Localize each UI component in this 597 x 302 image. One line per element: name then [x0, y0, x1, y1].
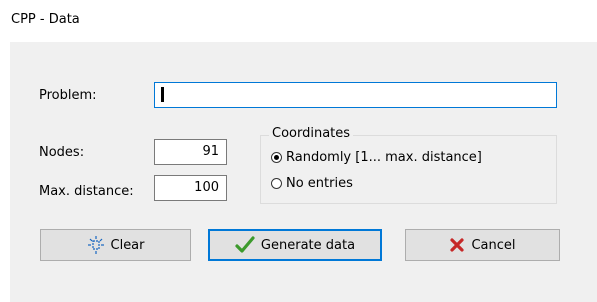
- window-title: CPP - Data: [11, 12, 80, 27]
- problem-label: Problem:: [39, 88, 97, 103]
- radio-button-selected[interactable]: [271, 152, 282, 163]
- radio-randomly-label: Randomly [1... max. distance]: [286, 150, 482, 165]
- generate-data-button[interactable]: Generate data: [208, 229, 382, 261]
- max-distance-input[interactable]: 100: [154, 175, 227, 201]
- radio-no-entries[interactable]: No entries: [271, 176, 353, 191]
- radio-no-entries-label: No entries: [286, 176, 353, 191]
- cross-icon: [449, 237, 465, 253]
- clear-button-label: Clear: [110, 237, 145, 253]
- title-bar[interactable]: CPP - Data: [0, 0, 597, 38]
- checkmark-icon: [235, 236, 255, 254]
- generate-data-button-label: Generate data: [260, 237, 356, 253]
- problem-input[interactable]: [154, 82, 557, 108]
- cancel-button[interactable]: Cancel: [405, 229, 560, 261]
- coordinates-group-title: Coordinates: [269, 126, 354, 141]
- clear-button[interactable]: Clear: [40, 229, 191, 261]
- cancel-button-label: Cancel: [471, 237, 516, 253]
- coordinates-group: Coordinates Randomly [1... max. distance…: [260, 126, 557, 204]
- max-distance-label: Max. distance:: [39, 184, 134, 199]
- nodes-input[interactable]: 91: [154, 139, 227, 165]
- radio-button[interactable]: [271, 178, 282, 189]
- radio-randomly[interactable]: Randomly [1... max. distance]: [271, 150, 482, 165]
- clear-icon: [87, 236, 105, 254]
- dialog-window: CPP - Data Problem: Nodes: 91 Max. dista…: [0, 0, 597, 302]
- text-caret: [161, 87, 164, 102]
- nodes-label: Nodes:: [39, 145, 85, 160]
